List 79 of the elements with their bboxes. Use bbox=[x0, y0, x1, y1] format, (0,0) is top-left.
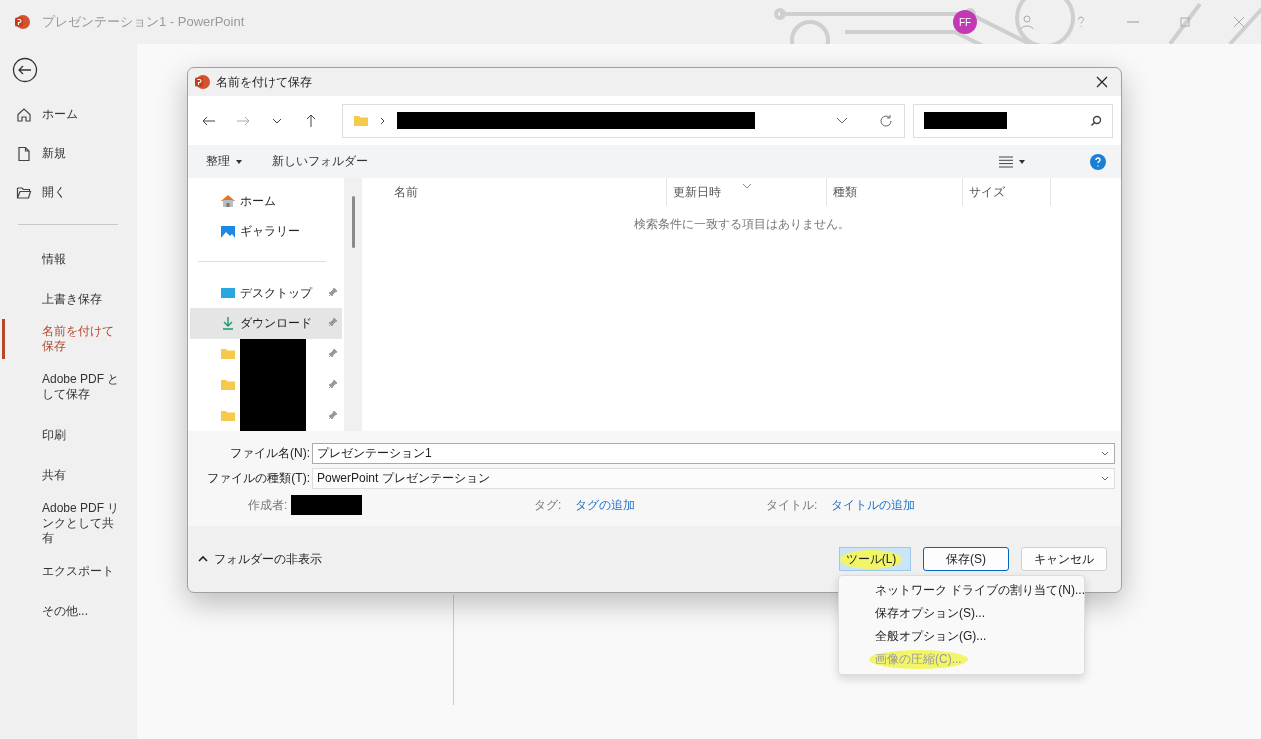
save-button[interactable]: 保存(S) bbox=[923, 547, 1009, 571]
chevron-right-icon bbox=[379, 115, 387, 126]
view-button[interactable] bbox=[999, 155, 1025, 168]
column-header[interactable]: 種類 bbox=[827, 178, 963, 206]
caret-icon bbox=[236, 159, 242, 164]
field-label: ファイル名(N): bbox=[229, 445, 311, 462]
pin-icon bbox=[328, 378, 338, 389]
nav-item[interactable]: ダウンロード bbox=[190, 308, 342, 339]
tools-button[interactable]: ツール(L) bbox=[839, 547, 911, 571]
search-field[interactable] bbox=[913, 103, 1113, 138]
menu-item[interactable]: ネットワーク ドライブの割り当て(N)... bbox=[839, 579, 1084, 602]
empty-message: 検索条件に一致する項目はありません。 bbox=[632, 216, 851, 233]
nav-item[interactable]: ホーム bbox=[190, 186, 342, 217]
search-icon bbox=[1090, 114, 1102, 127]
sidebar-item[interactable]: ホーム bbox=[0, 95, 137, 134]
download-icon bbox=[220, 315, 236, 332]
file-type-dropdown[interactable]: PowerPoint プレゼンテーション bbox=[312, 468, 1115, 489]
file-name-field[interactable]: プレゼンテーション1 bbox=[312, 443, 1115, 464]
dialog-title: 名前を付けて保存 bbox=[216, 73, 313, 91]
back-icon bbox=[12, 57, 38, 83]
column-header[interactable]: サイズ bbox=[963, 178, 1051, 206]
menu-item[interactable]: 全般オプション(G)... bbox=[839, 625, 1084, 648]
cancel-button[interactable]: キャンセル bbox=[1021, 547, 1107, 571]
meta-label: 作成者: bbox=[248, 496, 288, 514]
redacted-block bbox=[240, 338, 306, 369]
pin-icon bbox=[328, 409, 338, 420]
scrollbar-thumb[interactable] bbox=[351, 196, 355, 248]
meta-label: タグ: bbox=[534, 496, 562, 514]
sidebar-item[interactable]: Adobe PDF として保存 bbox=[2, 359, 137, 415]
redacted-block bbox=[240, 400, 306, 431]
new-folder-button[interactable]: 新しいフォルダー bbox=[272, 153, 368, 170]
powerpoint-logo-icon bbox=[194, 74, 210, 90]
nav-item[interactable]: ギャラリー bbox=[190, 216, 342, 247]
sidebar-item[interactable]: 印刷 bbox=[2, 415, 137, 455]
chevron-up-icon bbox=[198, 555, 208, 563]
sidebar-item[interactable]: 新規 bbox=[0, 134, 137, 173]
document-icon bbox=[16, 145, 32, 162]
add-link[interactable]: タグの追加 bbox=[575, 496, 636, 514]
pin-icon bbox=[328, 317, 338, 328]
close-icon bbox=[1231, 14, 1247, 30]
field-label: ファイルの種類(T): bbox=[206, 470, 311, 487]
window-title: プレゼンテーション1 - PowerPoint bbox=[42, 13, 245, 31]
chevron-down-icon bbox=[836, 117, 848, 124]
list-view-icon bbox=[999, 155, 1013, 168]
sidebar-item[interactable]: 情報 bbox=[2, 239, 137, 279]
maximize-icon bbox=[1177, 14, 1193, 30]
add-link[interactable]: タイトルの追加 bbox=[831, 496, 916, 514]
hide-folders-button[interactable]: フォルダーの非表示 bbox=[198, 550, 322, 568]
desktop-icon bbox=[220, 285, 236, 301]
pin-icon bbox=[328, 347, 338, 358]
sidebar-item[interactable]: 開く bbox=[0, 173, 137, 212]
column-header[interactable]: 名前 bbox=[362, 178, 667, 206]
help-icon bbox=[1090, 153, 1106, 170]
meta-label: タイトル: bbox=[766, 496, 818, 514]
gallery-icon bbox=[220, 223, 236, 240]
person-icon bbox=[1019, 14, 1035, 30]
home-icon bbox=[220, 193, 236, 210]
sidebar-item[interactable]: 共有 bbox=[2, 455, 137, 495]
avatar[interactable]: FF bbox=[953, 10, 977, 34]
refresh-icon bbox=[878, 112, 894, 129]
powerpoint-logo-icon bbox=[14, 14, 30, 30]
address-bar[interactable] bbox=[342, 103, 905, 138]
redacted-block bbox=[291, 495, 363, 515]
sidebar-item[interactable]: エクスポート bbox=[2, 551, 137, 591]
pin-icon bbox=[328, 287, 338, 297]
caret-icon bbox=[1019, 159, 1025, 164]
nav-item[interactable]: デスクトップ bbox=[190, 277, 342, 309]
column-header[interactable]: 更新日時 bbox=[667, 178, 827, 206]
sort-caret-icon bbox=[742, 183, 752, 189]
home-icon bbox=[16, 106, 32, 123]
close-icon bbox=[1094, 74, 1110, 90]
minimize-icon bbox=[1127, 21, 1139, 23]
organize-button[interactable]: 整理 bbox=[206, 153, 242, 170]
sidebar-item[interactable]: その他... bbox=[2, 591, 137, 631]
sidebar-item[interactable]: Adobe PDF リンクとして共有 bbox=[2, 495, 137, 551]
folder-icon bbox=[16, 184, 32, 201]
chevron-down-icon bbox=[272, 117, 282, 124]
sidebar-item[interactable]: 上書き保存 bbox=[2, 279, 137, 319]
menu-item[interactable]: 保存オプション(S)... bbox=[839, 602, 1084, 625]
